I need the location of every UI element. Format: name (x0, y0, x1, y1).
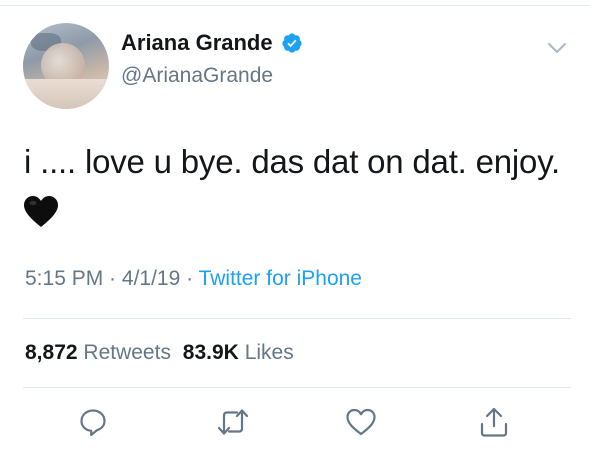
tweet-card: Ariana Grande @ArianaGrande i .... love … (0, 0, 590, 451)
retweets-count[interactable]: 8,872 (25, 341, 78, 364)
tweet-time[interactable]: 5:15 PM (25, 267, 103, 290)
heart-icon (346, 408, 376, 436)
retweet-button[interactable] (216, 405, 250, 439)
black-heart-emoji-icon (24, 196, 58, 227)
retweets-label[interactable]: Retweets (83, 341, 171, 364)
avatar[interactable] (23, 23, 109, 109)
tweet-source-link[interactable]: Twitter for iPhone (199, 267, 362, 290)
verified-badge-icon (281, 33, 302, 53)
share-icon (480, 407, 508, 437)
retweet-icon (217, 409, 249, 435)
likes-count[interactable]: 83.9K (183, 341, 239, 364)
meta-separator: · (180, 267, 199, 290)
tweet-meta: 5:15 PM · 4/1/19 · Twitter for iPhone (25, 266, 362, 292)
name-row: Ariana Grande (121, 30, 303, 56)
tweet-stats: 8,872 Retweets 83.9K Likes (25, 340, 294, 366)
reply-icon (80, 409, 106, 437)
user-handle[interactable]: @ArianaGrande (121, 63, 273, 89)
action-bar (0, 405, 590, 441)
tweet-date[interactable]: 4/1/19 (122, 267, 180, 290)
reply-button[interactable] (76, 405, 110, 439)
tweet-text: i .... love u bye. das dat on dat. enjoy… (24, 143, 561, 180)
likes-label[interactable]: Likes (245, 341, 294, 364)
divider (23, 387, 571, 388)
like-button[interactable] (344, 405, 378, 439)
display-name[interactable]: Ariana Grande (121, 30, 273, 56)
top-divider (0, 5, 590, 6)
share-button[interactable] (477, 405, 511, 439)
meta-separator: · (103, 267, 122, 290)
divider (23, 318, 571, 319)
chevron-down-icon[interactable] (546, 40, 568, 56)
